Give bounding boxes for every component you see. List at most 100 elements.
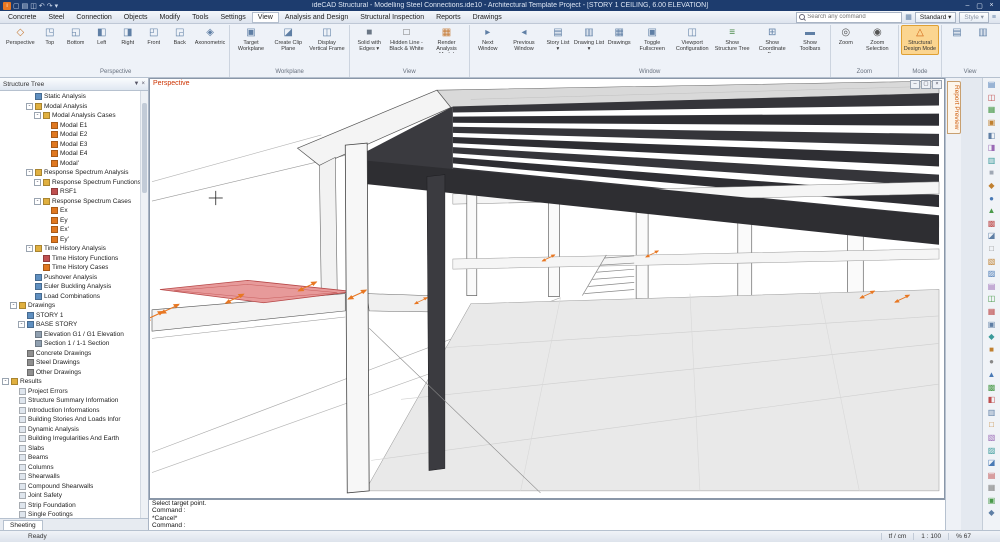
tree-item[interactable]: Concrete Drawings <box>0 349 148 359</box>
tree-expander-icon[interactable]: - <box>26 245 33 252</box>
tree-item[interactable]: - BASE STORY <box>0 320 148 330</box>
tree-item[interactable]: Ey' <box>0 235 148 245</box>
ribbon-button[interactable]: ▬ Show Toolbars <box>792 25 828 55</box>
panel-close-icon[interactable]: × <box>141 81 145 87</box>
panel-pin-icon[interactable]: ▼ <box>134 81 140 87</box>
menu-item[interactable]: Analysis and Design <box>279 12 354 23</box>
ribbon-button[interactable]: ◳ Top <box>37 25 63 55</box>
right-toolbar-icon[interactable]: ▣ <box>985 117 999 130</box>
right-toolbar-icon[interactable]: ▣ <box>985 318 999 331</box>
right-toolbar-icon[interactable]: ■ <box>985 167 999 180</box>
right-toolbar-icon[interactable]: ● <box>985 192 999 205</box>
ribbon-button[interactable]: ◉ Zoom Selection <box>859 25 896 55</box>
ribbon-button[interactable]: ■ Solid with Edges ▾ <box>352 25 387 55</box>
3d-model-canvas[interactable] <box>150 79 944 498</box>
tree-item[interactable]: Modal E1 <box>0 121 148 131</box>
tree-item[interactable]: Elevation G1 / G1 Elevation <box>0 330 148 340</box>
tree-expander-icon[interactable]: - <box>10 302 17 309</box>
tree-item[interactable]: Ey <box>0 216 148 226</box>
right-toolbar-icon[interactable]: □ <box>985 419 999 432</box>
ribbon-button[interactable]: ▦ Drawings <box>606 25 632 55</box>
tree-item[interactable]: Structure Summary Information <box>0 396 148 406</box>
tree-item[interactable]: Modal E3 <box>0 140 148 150</box>
right-toolbar-icon[interactable]: ◪ <box>985 457 999 470</box>
tree-item[interactable]: Introduction Informations <box>0 406 148 416</box>
right-toolbar-icon[interactable]: ▦ <box>985 306 999 319</box>
viewport-3d[interactable]: Perspective – ▢ × <box>149 78 945 499</box>
ribbon-button[interactable]: ◇ Perspective <box>4 25 37 55</box>
tree-expander-icon[interactable]: - <box>26 103 33 110</box>
tree-item[interactable]: Load Combinations <box>0 292 148 302</box>
right-toolbar-icon[interactable]: ▥ <box>985 155 999 168</box>
tree-item[interactable]: Dynamic Analysis <box>0 425 148 435</box>
tree-item[interactable]: Slabs <box>0 444 148 454</box>
tree-item[interactable]: Strip Foundation <box>0 501 148 511</box>
right-toolbar-icon[interactable]: □ <box>985 243 999 256</box>
minimize-button[interactable]: – <box>962 2 973 10</box>
ribbon-button[interactable]: ◱ Bottom <box>63 25 89 55</box>
menu-item[interactable]: Reports <box>430 12 467 23</box>
quick-access-icon[interactable]: ▤ <box>22 2 29 10</box>
ribbon-button[interactable]: ▸ Next Window <box>472 25 504 55</box>
right-toolbar-icon[interactable]: ◫ <box>985 293 999 306</box>
tree-item[interactable]: Columns <box>0 463 148 473</box>
tree-item[interactable]: - Modal Analysis <box>0 102 148 112</box>
close-button[interactable]: × <box>986 2 997 10</box>
right-toolbar-icon[interactable]: ▣ <box>985 495 999 508</box>
right-toolbar-icon[interactable]: ▦ <box>985 104 999 117</box>
tree-item[interactable]: Building Irregularities And Earth <box>0 434 148 444</box>
right-toolbar-icon[interactable]: ▤ <box>985 79 999 92</box>
tree-item[interactable]: Section 1 / 1-1 Section <box>0 339 148 349</box>
viewport-close-button[interactable]: × <box>932 80 942 89</box>
tree-item[interactable]: Modal E4 <box>0 149 148 159</box>
menu-item[interactable]: Modify <box>154 12 187 23</box>
ribbon-button[interactable]: ▦ Render Analysis Model <box>427 25 467 55</box>
right-toolbar-icon[interactable]: ▤ <box>985 469 999 482</box>
tree-item[interactable]: Modal E2 <box>0 130 148 140</box>
tree-item[interactable]: - Drawings <box>0 301 148 311</box>
style-select[interactable]: Style ▾ <box>959 12 989 23</box>
right-toolbar-icon[interactable]: ▲ <box>985 205 999 218</box>
tree-item[interactable]: - Response Spectrum Functions <box>0 178 148 188</box>
tree-item[interactable]: Joint Safety <box>0 491 148 501</box>
right-toolbar-icon[interactable]: ▲ <box>985 369 999 382</box>
tree-item[interactable]: Shearwalls <box>0 472 148 482</box>
quick-access-icon[interactable]: ▢ <box>13 2 20 10</box>
right-toolbar-icon[interactable]: ◨ <box>985 142 999 155</box>
toolbar-toggle-icon[interactable]: ▦ <box>905 13 912 21</box>
menu-item[interactable]: Structural Inspection <box>354 12 430 23</box>
right-toolbar-icon[interactable]: ◆ <box>985 507 999 520</box>
right-toolbar-icon[interactable]: ◫ <box>985 92 999 105</box>
sheeting-tab[interactable]: Sheeting <box>3 520 43 530</box>
menu-item[interactable]: Objects <box>118 12 154 23</box>
right-toolbar-icon[interactable]: ◪ <box>985 230 999 243</box>
ribbon-button[interactable]: ◰ Front <box>141 25 167 55</box>
ribbon-button[interactable]: ◧ Left <box>89 25 115 55</box>
right-toolbar-icon[interactable]: ▨ <box>985 444 999 457</box>
right-toolbar-icon[interactable]: ▤ <box>985 281 999 294</box>
tree-scrollbar[interactable] <box>140 91 148 518</box>
report-preview-tab[interactable]: Report Preview <box>947 81 961 134</box>
ribbon-button[interactable]: ◈ Axonometric <box>193 25 228 55</box>
ribbon-button[interactable]: ◂ Previous Window <box>504 25 544 55</box>
tree-item[interactable]: Other Drawings <box>0 368 148 378</box>
tree-item[interactable]: Ex' <box>0 225 148 235</box>
tree-expander-icon[interactable]: - <box>2 378 9 385</box>
right-toolbar-icon[interactable]: ● <box>985 356 999 369</box>
menu-item[interactable]: Connection <box>70 12 117 23</box>
menu-item[interactable]: View <box>252 12 279 23</box>
ribbon-button[interactable]: ▣ Toggle Fullscreen <box>632 25 672 55</box>
tree-item[interactable]: Time History Functions <box>0 254 148 264</box>
menu-overflow-icon[interactable]: ≡ <box>992 14 996 21</box>
ribbon-button[interactable]: ▥ <box>970 25 996 55</box>
command-panel[interactable]: Select target point.Command :*Cancel*Com… <box>149 499 945 530</box>
command-search[interactable] <box>796 12 902 23</box>
viewport-maximize-button[interactable]: ▢ <box>921 80 931 89</box>
ribbon-button[interactable]: ▥ Drawing List ▾ <box>572 25 606 55</box>
tree-expander-icon[interactable]: - <box>34 179 41 186</box>
quick-access-icon[interactable]: ◫ <box>30 2 37 10</box>
ribbon-button[interactable]: ◲ Back <box>167 25 193 55</box>
tree-item[interactable]: Compound Shearwalls <box>0 482 148 492</box>
quick-access-icon[interactable]: ↶ <box>39 2 45 10</box>
tree-item[interactable]: - Modal Analysis Cases <box>0 111 148 121</box>
